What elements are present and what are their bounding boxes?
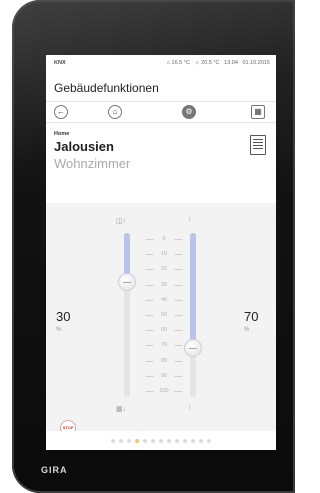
scale-tick: 20 [146,265,182,273]
back-arrow-icon[interactable]: ← [54,105,68,119]
title-bar: Gebäudefunktionen [46,71,276,102]
indoor-temp-icon: ⌂ [166,60,170,66]
page-dot[interactable] [111,439,115,443]
blind-up-icon[interactable]: ◫↑ [116,217,126,225]
left-value-block: 30 % [56,309,70,333]
blind-down-icon[interactable]: ▦↓ [116,405,126,413]
page-dot[interactable] [151,439,155,443]
slat-value: 70 [244,309,259,324]
gear-icon[interactable]: ⚙ [182,105,196,119]
date: 01.10.2015 [242,60,270,66]
device-header: Home Jalousien Wohnzimmer [46,123,276,203]
touch-screen: KNX ⌂ 16.5 °C ☼ 20.5 °C 13:04 01.10.2015… [46,55,276,450]
protocol-label: KNX [54,60,66,66]
status-bar: KNX ⌂ 16.5 °C ☼ 20.5 °C 13:04 01.10.2015 [46,55,276,71]
page-dot[interactable] [119,439,123,443]
scale-tick: 50 [146,311,182,319]
page-dot[interactable] [159,439,163,443]
page-title: Gebäudefunktionen [54,81,159,95]
slat-slider-knob[interactable] [184,338,202,357]
scale-tick: 30 [146,281,182,289]
page-dot[interactable] [207,439,211,443]
blind-control: 30 % 70 % ◫↑ ▦↓ ⦚ ⦚ 0 10 20 30 40 50 60 70 80 90 1… [46,203,276,436]
breadcrumb[interactable]: Home [54,131,69,137]
page-dot[interactable] [135,439,139,443]
scale-tick: 90 [146,372,182,380]
status-info: ⌂ 16.5 °C ☼ 20.5 °C 13:04 01.10.2015 [167,60,270,66]
home-icon[interactable]: ⌂ [108,105,122,119]
device-name: Jalousien [54,139,114,154]
scale-tick: 70 [146,341,182,349]
time: 13:04 [224,60,238,66]
page-dot[interactable] [199,439,203,443]
position-slider-knob[interactable] [118,273,136,292]
scale-tick: 10 [146,250,182,258]
right-value-block: 70 % [244,309,258,333]
room-name: Wohnzimmer [54,156,131,171]
page-dot[interactable] [183,439,187,443]
position-value: 30 [56,309,71,324]
page-dot[interactable] [191,439,195,443]
grid-icon[interactable]: ▦ [251,105,265,119]
page-dot[interactable] [175,439,179,443]
page-dot[interactable] [143,439,147,443]
nav-bar: ← ⌂ ⚙ ▦ [46,102,276,123]
scale-tick: 60 [146,326,182,334]
percent-scale: 0 10 20 30 40 50 60 70 80 90 100 [146,236,182,394]
outdoor-temp: 20.5 °C [201,60,220,66]
position-unit: % [56,327,62,333]
page-dot[interactable] [127,439,131,443]
slat-unit: % [244,327,250,333]
scale-tick: 40 [146,296,182,304]
scale-tick: 80 [146,357,182,365]
slat-angle-bottom-icon: ⦚ [189,405,191,412]
position-slider-track[interactable] [118,233,136,397]
blind-tile-icon[interactable] [250,135,266,155]
scale-tick: 0 [146,235,182,243]
indoor-temp: 16.5 °C [171,60,190,66]
brand-logo: GIRA [41,465,68,475]
slat-slider-fill [190,233,196,348]
page-indicator [46,431,276,450]
page-dot[interactable] [167,439,171,443]
outdoor-temp-icon: ☼ [194,60,200,66]
slat-slider-track[interactable] [184,233,202,397]
slat-angle-icon: ⦚ [189,217,191,224]
scale-tick: 100 [146,387,182,395]
